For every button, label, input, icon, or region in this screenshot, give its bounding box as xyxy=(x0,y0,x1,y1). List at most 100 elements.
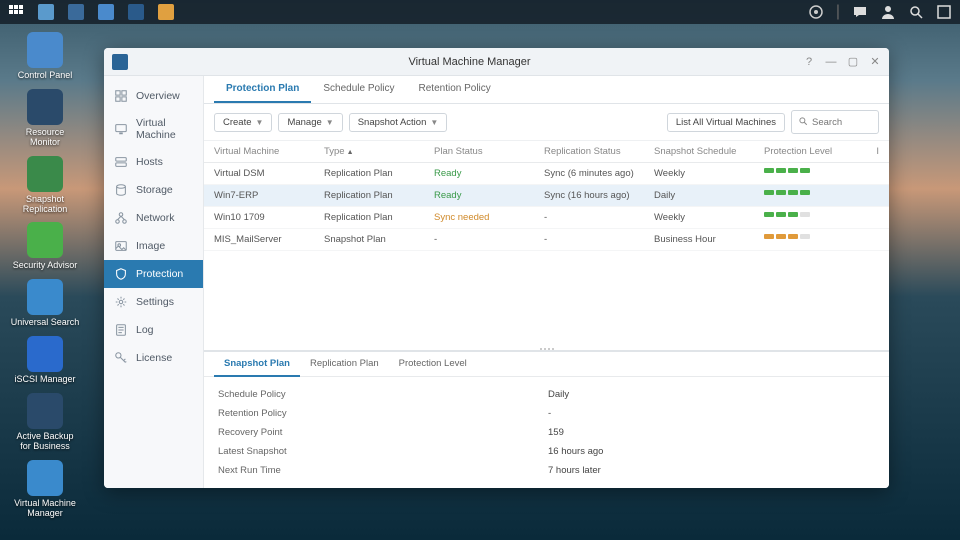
sidebar-item-label: Log xyxy=(136,324,154,336)
chat-icon[interactable] xyxy=(852,4,868,20)
protection-table: Virtual Machine Type▲ Plan Status Replic… xyxy=(204,141,889,251)
sidebar-item-vm[interactable]: Virtual Machine xyxy=(104,110,203,148)
cell-rep-status: - xyxy=(544,234,654,245)
server-icon xyxy=(114,155,128,169)
desktop-icons: Control Panel Resource Monitor Snapshot Re… xyxy=(10,32,80,519)
expand-icon[interactable] xyxy=(936,4,952,20)
cell-vm: Win10 1709 xyxy=(214,212,324,223)
dashboard-icon xyxy=(114,89,128,103)
cell-plan-status: Sync needed xyxy=(434,212,544,223)
manage-button[interactable]: Manage▼ xyxy=(278,113,342,132)
maximize-button[interactable]: ▢ xyxy=(847,56,859,68)
taskbar-app-icon[interactable] xyxy=(158,4,174,20)
cell-vm: MIS_MailServer xyxy=(214,234,324,245)
resize-grip[interactable] xyxy=(535,348,559,354)
cell-plan-status: Ready xyxy=(434,168,544,179)
taskbar-app-icon[interactable] xyxy=(128,4,144,20)
desktop-icon[interactable]: iSCSI Manager xyxy=(10,336,80,385)
sort-asc-icon: ▲ xyxy=(347,149,354,156)
desktop-icon-label: iSCSI Manager xyxy=(14,375,75,385)
taskbar-app-icon[interactable] xyxy=(38,4,54,20)
table-row[interactable]: Virtual DSM Replication Plan Ready Sync … xyxy=(204,163,889,185)
sidebar-item-storage[interactable]: Storage xyxy=(104,176,203,204)
minimize-button[interactable]: — xyxy=(825,56,837,68)
snapshot-action-button[interactable]: Snapshot Action▼ xyxy=(349,113,448,132)
desktop-icon[interactable]: Control Panel xyxy=(10,32,80,81)
subtab[interactable]: Schedule Policy xyxy=(311,76,406,103)
taskbar: | xyxy=(0,0,960,24)
desktop-icon[interactable]: Universal Search xyxy=(10,279,80,328)
cell-i xyxy=(864,212,879,223)
col-header-prot[interactable]: Protection Level xyxy=(764,146,864,157)
col-header-i[interactable]: I xyxy=(864,146,879,157)
col-header-rep[interactable]: Replication Status xyxy=(544,146,654,157)
col-header-sched[interactable]: Snapshot Schedule xyxy=(654,146,764,157)
desktop-icon[interactable]: Snapshot Replication xyxy=(10,156,80,215)
sidebar-item-network[interactable]: Network xyxy=(104,204,203,232)
sidebar-item-license[interactable]: License xyxy=(104,344,203,372)
detail-tab[interactable]: Protection Level xyxy=(389,352,477,376)
disk-icon xyxy=(114,183,128,197)
desktop-icon[interactable]: Virtual Machine Manager xyxy=(10,460,80,519)
sidebar-item-label: Settings xyxy=(136,296,174,308)
window-title: Virtual Machine Manager xyxy=(136,56,803,68)
detail-panel: Snapshot PlanReplication PlanProtection … xyxy=(204,350,889,488)
cell-i xyxy=(864,190,879,201)
user-icon[interactable] xyxy=(880,4,896,20)
col-header-type[interactable]: Type▲ xyxy=(324,146,434,157)
subtab[interactable]: Retention Policy xyxy=(407,76,503,103)
protection-bars xyxy=(764,168,864,173)
taskbar-app-icon[interactable] xyxy=(68,4,84,20)
chevron-down-icon: ▼ xyxy=(326,118,334,127)
taskbar-app-icon[interactable] xyxy=(98,4,114,20)
desktop-icon[interactable]: Resource Monitor xyxy=(10,89,80,148)
search-input[interactable] xyxy=(812,117,872,128)
table-row[interactable]: MIS_MailServer Snapshot Plan - - Busines… xyxy=(204,229,889,251)
app-icon xyxy=(27,393,63,429)
sidebar-item-settings[interactable]: Settings xyxy=(104,288,203,316)
help-button[interactable]: ? xyxy=(803,56,815,68)
col-header-plan[interactable]: Plan Status xyxy=(434,146,544,157)
sidebar-item-hosts[interactable]: Hosts xyxy=(104,148,203,176)
list-all-button[interactable]: List All Virtual Machines xyxy=(667,113,785,132)
vmm-window: Virtual Machine Manager ? — ▢ ✕ Overview… xyxy=(104,48,889,488)
close-button[interactable]: ✕ xyxy=(869,56,881,68)
table-header: Virtual Machine Type▲ Plan Status Replic… xyxy=(204,141,889,163)
detail-row: Retention Policy- xyxy=(218,404,875,423)
search-icon[interactable] xyxy=(908,4,924,20)
table-row[interactable]: Win10 1709 Replication Plan Sync needed … xyxy=(204,207,889,229)
desktop-icon-label: Security Advisor xyxy=(13,261,78,271)
sidebar: OverviewVirtual MachineHostsStorageNetwo… xyxy=(104,76,204,488)
table-row[interactable]: Win7-ERP Replication Plan Ready Sync (16… xyxy=(204,185,889,207)
desktop-icon[interactable]: Active Backup for Business xyxy=(10,393,80,452)
app-icon xyxy=(27,336,63,372)
sidebar-item-log[interactable]: Log xyxy=(104,316,203,344)
desktop-icon[interactable]: Security Advisor xyxy=(10,222,80,271)
detail-tabs: Snapshot PlanReplication PlanProtection … xyxy=(204,352,889,377)
sidebar-item-overview[interactable]: Overview xyxy=(104,82,203,110)
health-icon[interactable] xyxy=(808,4,824,20)
app-icon xyxy=(27,222,63,258)
detail-tab[interactable]: Replication Plan xyxy=(300,352,389,376)
titlebar[interactable]: Virtual Machine Manager ? — ▢ ✕ xyxy=(104,48,889,76)
cell-type: Replication Plan xyxy=(324,190,434,201)
create-button[interactable]: Create▼ xyxy=(214,113,272,132)
cell-type: Snapshot Plan xyxy=(324,234,434,245)
detail-tab[interactable]: Snapshot Plan xyxy=(214,352,300,377)
cell-type: Replication Plan xyxy=(324,168,434,179)
cell-vm: Virtual DSM xyxy=(214,168,324,179)
sidebar-item-label: Protection xyxy=(136,268,183,280)
subtab[interactable]: Protection Plan xyxy=(214,76,311,103)
sidebar-item-image[interactable]: Image xyxy=(104,232,203,260)
sidebar-item-protection[interactable]: Protection xyxy=(104,260,203,288)
col-header-vm[interactable]: Virtual Machine xyxy=(214,146,324,157)
detail-row: Schedule PolicyDaily xyxy=(218,385,875,404)
toolbar: Create▼ Manage▼ Snapshot Action▼ List Al… xyxy=(204,104,889,141)
app-icon xyxy=(27,32,63,68)
cell-rep-status: Sync (6 minutes ago) xyxy=(544,168,654,179)
image-icon xyxy=(114,239,128,253)
desktop-icon-label: Universal Search xyxy=(11,318,80,328)
cell-schedule: Daily xyxy=(654,190,764,201)
cell-schedule: Business Hour xyxy=(654,234,764,245)
grid-icon[interactable] xyxy=(8,4,24,20)
